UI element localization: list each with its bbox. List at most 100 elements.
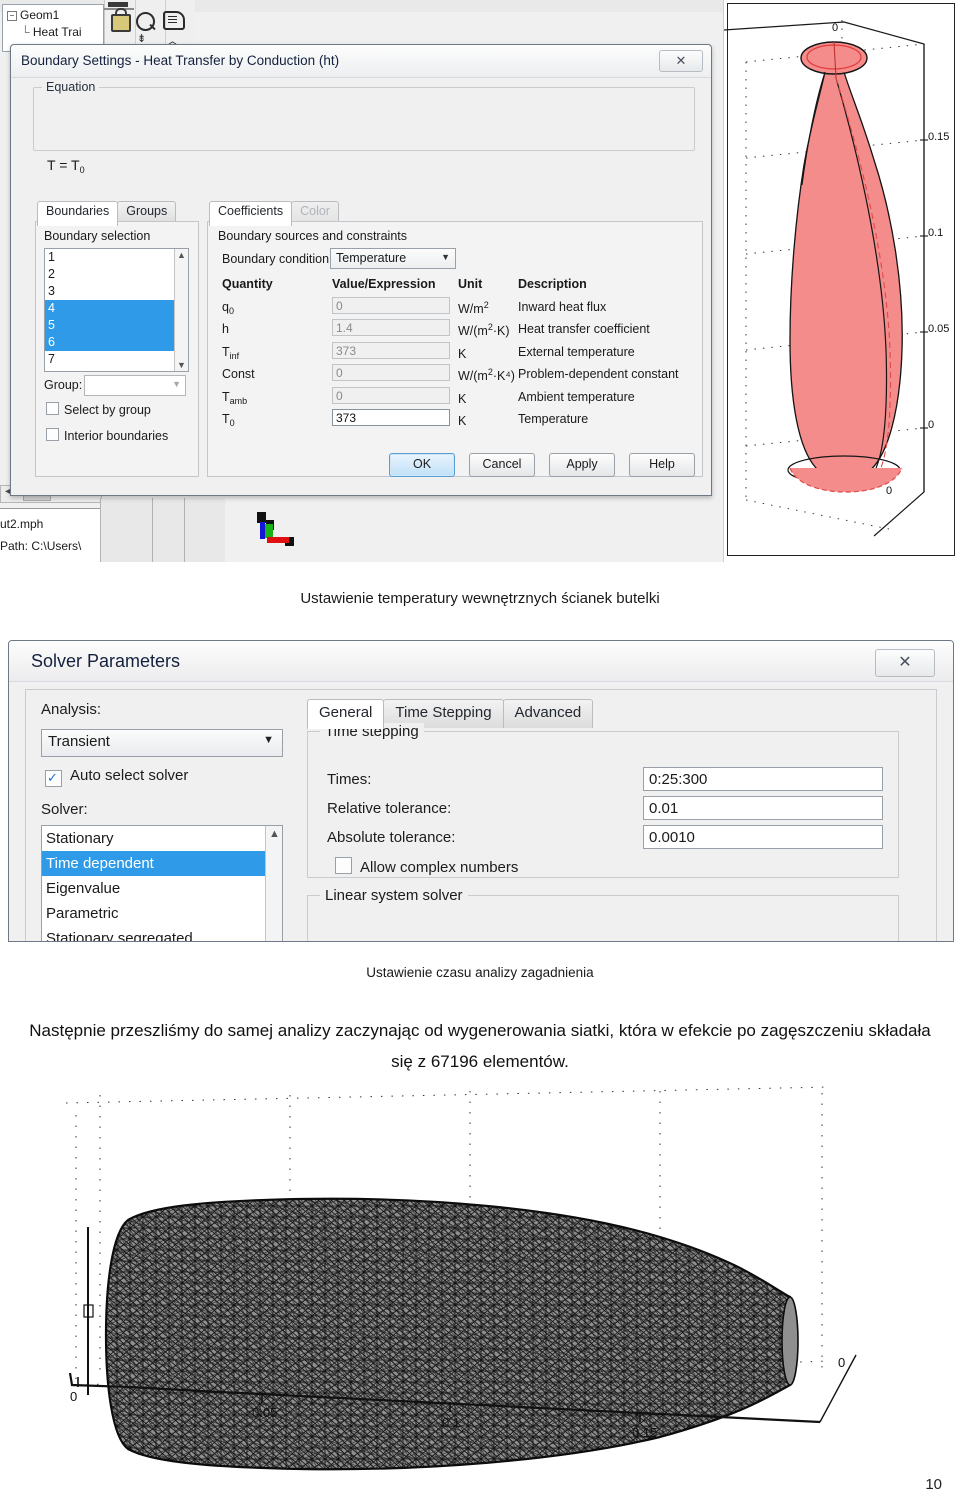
list-item[interactable]: 4 bbox=[45, 300, 188, 317]
absolute-tolerance-input[interactable]: 0.0010 bbox=[643, 825, 883, 849]
times-input[interactable]: 0:25:300 bbox=[643, 767, 883, 791]
list-item[interactable]: 6 bbox=[45, 334, 188, 351]
unit-tail: ·K⁴) bbox=[492, 369, 515, 383]
unit-superscript: 2 bbox=[483, 299, 489, 310]
mesh-plot-svg bbox=[65, 1086, 857, 1471]
list-item[interactable]: Time dependent bbox=[42, 851, 282, 876]
boundary-condition-select[interactable]: Temperature ▼ bbox=[330, 248, 456, 269]
sources-constraints-label: Boundary sources and constraints bbox=[218, 229, 407, 243]
dialog-titlebar[interactable]: Boundary Settings - Heat Transfer by Con… bbox=[11, 45, 711, 78]
list-item[interactable]: Parametric bbox=[42, 901, 282, 926]
cell-unit: W/m2 bbox=[458, 300, 489, 316]
solver-dialog-title: Solver Parameters bbox=[31, 651, 181, 671]
mesh-plot[interactable]: 0 0.05 0.1 0.15 0 0 bbox=[0, 1085, 960, 1485]
cell-unit: W/(m2·K) bbox=[458, 322, 510, 338]
unit-text: K bbox=[458, 346, 467, 361]
bottle-3d-plot[interactable]: 0 0.15 0.1 0.05 0 0 bbox=[723, 0, 960, 562]
scroll-up-arrow-icon[interactable]: ▲ bbox=[269, 828, 280, 840]
cancel-button[interactable]: Cancel bbox=[469, 453, 535, 477]
table-row: T0 373 K Temperature bbox=[218, 409, 696, 432]
linear-system-solver-group: Linear system solver bbox=[307, 887, 899, 941]
close-icon[interactable]: ✕ bbox=[659, 50, 703, 72]
solver-list-scrollbar[interactable]: ▲ bbox=[265, 826, 282, 941]
equation-group-label: Equation bbox=[42, 80, 100, 94]
mesh-axis-tick-right: 0 bbox=[838, 1355, 846, 1370]
quantity-subscript: amb bbox=[229, 395, 248, 406]
scroll-icon[interactable] bbox=[163, 11, 185, 30]
auto-select-solver-checkbox[interactable] bbox=[45, 770, 62, 787]
boundary-condition-value: Temperature bbox=[336, 251, 407, 265]
apply-button[interactable]: Apply bbox=[549, 453, 615, 477]
boundary-selection-panel: Boundary selection 1 2 3 4 5 6 7 ▲ ▼ Gro… bbox=[35, 221, 199, 477]
absolute-tolerance-label: Absolute tolerance: bbox=[327, 829, 456, 846]
group-select[interactable]: ▼ bbox=[84, 375, 186, 396]
select-by-group-label: Select by group bbox=[64, 403, 151, 417]
interior-boundaries-row[interactable]: Interior boundaries bbox=[46, 428, 168, 443]
tree-child-node[interactable]: └ Heat Trai bbox=[21, 25, 82, 39]
list-item[interactable]: 5 bbox=[45, 317, 188, 334]
list-scrollbar[interactable]: ▲ ▼ bbox=[174, 249, 188, 371]
chevron-down-icon[interactable]: ▼ bbox=[441, 252, 450, 262]
value-input[interactable]: 0 bbox=[332, 386, 450, 404]
list-item[interactable]: Stationary segregated bbox=[42, 926, 282, 941]
coefficients-table: Quantity Value/Expression Unit Descripti… bbox=[218, 274, 696, 432]
table-header-row: Quantity Value/Expression Unit Descripti… bbox=[218, 274, 696, 297]
select-by-group-checkbox[interactable] bbox=[46, 402, 59, 415]
close-icon[interactable]: ✕ bbox=[875, 649, 935, 677]
boundary-list[interactable]: 1 2 3 4 5 6 7 ▲ ▼ bbox=[44, 248, 189, 372]
unit-text: W/(m bbox=[458, 324, 488, 338]
scroll-down-arrow-icon[interactable]: ▼ bbox=[177, 360, 186, 370]
cell-description: Temperature bbox=[518, 412, 589, 426]
list-item[interactable]: 7 bbox=[45, 351, 188, 368]
tab-groups[interactable]: Groups bbox=[117, 201, 177, 223]
solver-dialog-titlebar[interactable]: Solver Parameters ✕ bbox=[9, 641, 953, 682]
interior-boundaries-checkbox[interactable] bbox=[46, 428, 59, 441]
close-glyph: ✕ bbox=[898, 654, 912, 671]
solver-label: Solver: bbox=[41, 801, 88, 818]
scroll-up-arrow-icon[interactable]: ▲ bbox=[177, 250, 186, 260]
value-input[interactable]: 1.4 bbox=[332, 319, 450, 336]
chevron-down-icon[interactable]: ▼ bbox=[172, 379, 181, 389]
tab-color[interactable]: Color bbox=[291, 201, 339, 223]
list-item[interactable]: 3 bbox=[45, 283, 188, 300]
value-input[interactable]: 0 bbox=[332, 296, 450, 314]
dialog-title: Boundary Settings - Heat Transfer by Con… bbox=[21, 53, 340, 68]
tab-boundaries[interactable]: Boundaries bbox=[37, 201, 119, 226]
allow-complex-row[interactable]: Allow complex numbers bbox=[335, 857, 518, 876]
tree-root-node[interactable]: − Geom1 bbox=[7, 8, 59, 22]
allow-complex-checkbox[interactable] bbox=[335, 857, 352, 874]
cell-quantity: T0 bbox=[222, 412, 235, 428]
quantity-subscript: 0 bbox=[229, 418, 235, 428]
table-row: Const 0 W/(m2·K⁴) Problem-dependent cons… bbox=[218, 364, 696, 387]
select-by-group-row[interactable]: Select by group bbox=[46, 402, 151, 417]
ok-button[interactable]: OK bbox=[389, 453, 455, 477]
tab-coefficients[interactable]: Coefficients bbox=[209, 201, 293, 226]
mesh-axis-tick-0-15: 0.15 bbox=[632, 1425, 658, 1440]
list-item[interactable]: Eigenvalue bbox=[42, 876, 282, 901]
value-input[interactable]: 373 bbox=[332, 341, 450, 359]
absolute-tolerance-value: 0.0010 bbox=[649, 829, 695, 846]
list-item[interactable]: Stationary bbox=[42, 826, 282, 851]
mesh-axis-tick-0-05: 0.05 bbox=[252, 1405, 278, 1420]
relative-tolerance-input[interactable]: 0.01 bbox=[643, 796, 883, 820]
file-name: ut2.mph bbox=[0, 517, 44, 531]
analysis-select[interactable]: Transient ▼ bbox=[41, 729, 283, 757]
lock-icon[interactable] bbox=[111, 14, 131, 32]
value-text: 373 bbox=[336, 411, 357, 425]
value-text: 0 bbox=[336, 366, 343, 380]
list-item[interactable]: 1 bbox=[45, 249, 188, 266]
value-text: 0 bbox=[336, 298, 343, 313]
tree-expander-icon[interactable]: − bbox=[7, 11, 17, 21]
chevron-down-icon[interactable]: ▼ bbox=[263, 734, 274, 746]
tab-advanced[interactable]: Advanced bbox=[502, 699, 594, 728]
relative-tolerance-label: Relative tolerance: bbox=[327, 800, 452, 817]
list-item[interactable]: 2 bbox=[45, 266, 188, 283]
help-button[interactable]: Help bbox=[629, 453, 695, 477]
quantity-symbol: T bbox=[222, 389, 230, 404]
tab-general[interactable]: General bbox=[307, 699, 385, 729]
cell-quantity: Tinf bbox=[222, 345, 239, 361]
value-input[interactable]: 373 bbox=[332, 409, 450, 426]
value-input[interactable]: 0 bbox=[332, 364, 450, 381]
auto-select-solver-row[interactable]: Auto select solver bbox=[45, 767, 188, 787]
solver-list[interactable]: Stationary Time dependent Eigenvalue Par… bbox=[41, 825, 283, 941]
